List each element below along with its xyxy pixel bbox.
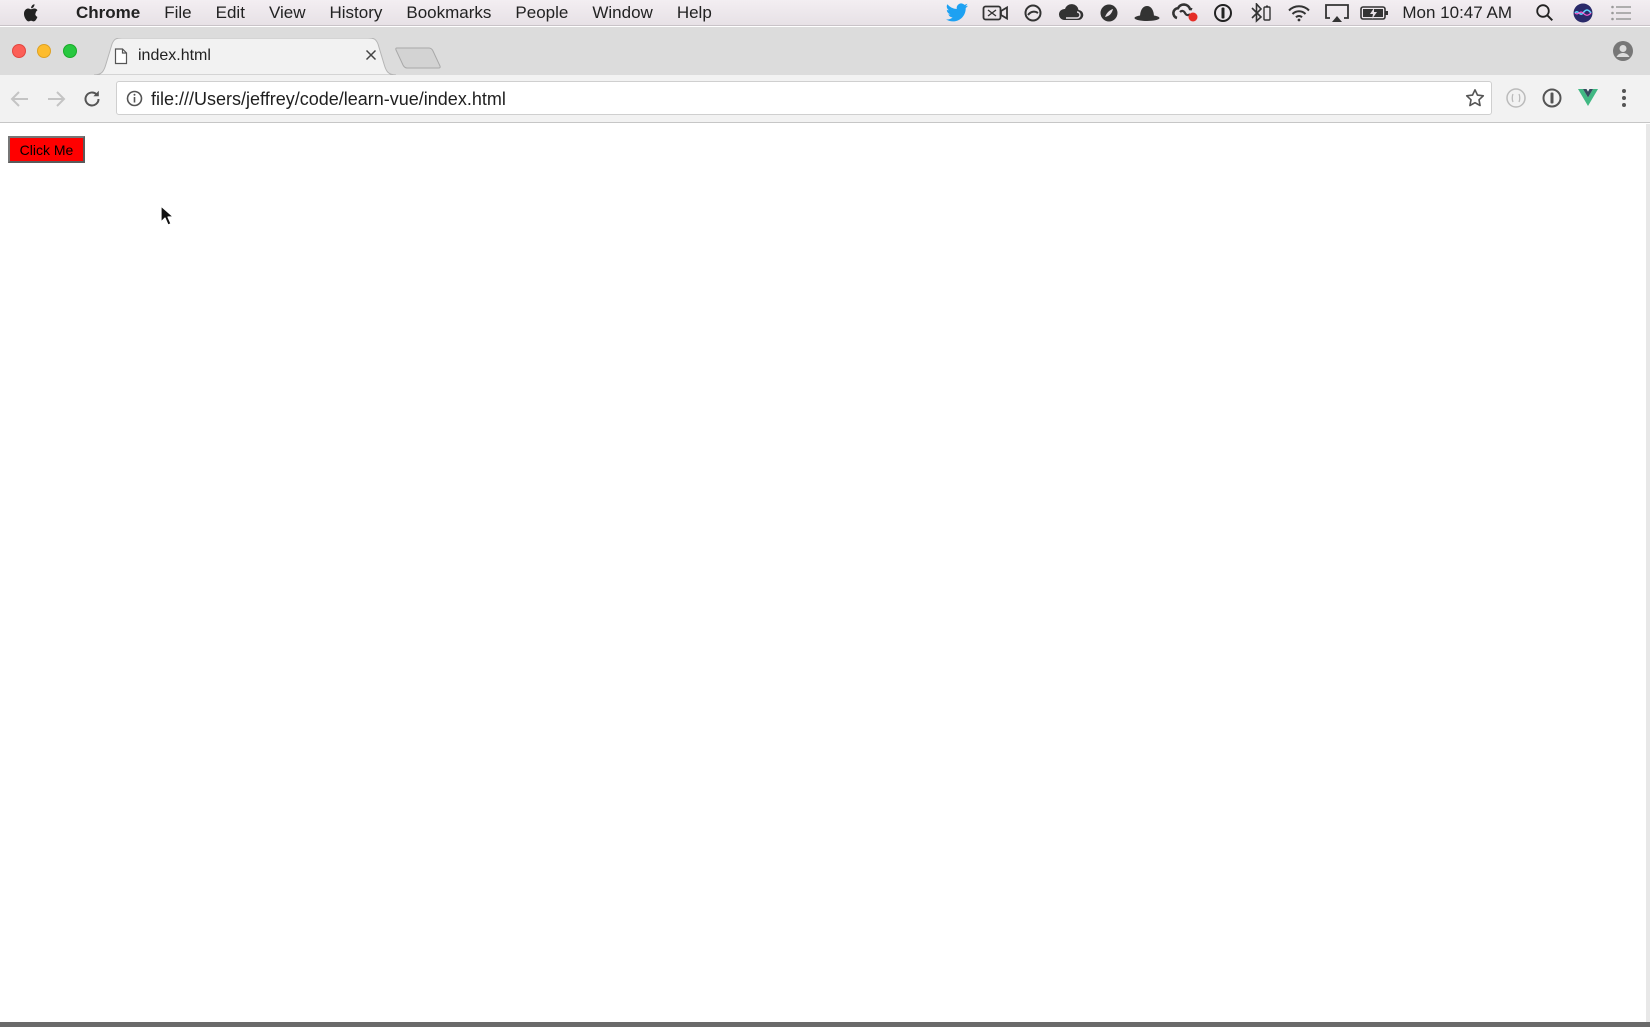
page-viewport: Click Me: [0, 124, 1650, 1022]
apple-menu[interactable]: [0, 3, 64, 23]
window-maximize-button[interactable]: [63, 44, 77, 58]
apple-icon: [23, 3, 38, 21]
circle-slash-icon[interactable]: [1014, 0, 1052, 26]
tab-close-button[interactable]: [362, 46, 380, 64]
vue-devtools-icon[interactable]: [1576, 86, 1600, 110]
reload-button[interactable]: [80, 87, 104, 111]
1password-icon[interactable]: [1204, 0, 1242, 26]
menu-people[interactable]: People: [503, 0, 580, 26]
browser-toolbar: file:///Users/jeffrey/code/learn-vue/ind…: [0, 75, 1650, 123]
tab-index-html[interactable]: index.html: [94, 38, 396, 75]
window-minimize-button[interactable]: [37, 44, 51, 58]
notification-center-icon[interactable]: [1602, 0, 1640, 26]
tab-strip: index.html: [0, 27, 1650, 75]
airplay-icon[interactable]: [1318, 0, 1356, 26]
tab-title: index.html: [138, 47, 211, 64]
profile-icon[interactable]: [1612, 40, 1634, 62]
new-tab-button[interactable]: [394, 47, 442, 69]
status-area: Mon 10:47 AM: [938, 0, 1650, 26]
menu-bar: Chrome File Edit View History Bookmarks …: [0, 0, 1650, 26]
menu-edit[interactable]: Edit: [204, 0, 257, 26]
bookmark-star-icon[interactable]: [1465, 88, 1485, 108]
forward-arrow-icon: [48, 91, 66, 107]
more-menu-icon[interactable]: [1612, 86, 1636, 110]
close-icon: [365, 49, 377, 61]
window-right-edge: [1646, 124, 1650, 1022]
screen: Chrome File Edit View History Bookmarks …: [0, 0, 1650, 1027]
menu-window[interactable]: Window: [580, 0, 664, 26]
1password-extension-icon[interactable]: [1540, 86, 1564, 110]
window-bottom-edge: [0, 1022, 1650, 1027]
alfred-hat-icon[interactable]: [1128, 0, 1166, 26]
click-me-button[interactable]: Click Me: [8, 136, 85, 163]
siri-icon[interactable]: [1564, 0, 1602, 26]
twitter-icon[interactable]: [938, 0, 976, 26]
menu-help[interactable]: Help: [665, 0, 724, 26]
cloud-icon[interactable]: [1052, 0, 1090, 26]
camera-icon[interactable]: [976, 0, 1014, 26]
back-button[interactable]: [8, 87, 32, 111]
bluetooth-icon[interactable]: [1242, 0, 1280, 26]
menu-history[interactable]: History: [317, 0, 394, 26]
menu-app-name[interactable]: Chrome: [64, 0, 152, 26]
info-icon[interactable]: [126, 90, 143, 107]
wifi-icon[interactable]: [1280, 0, 1318, 26]
battery-icon[interactable]: [1356, 0, 1394, 26]
spotlight-search-icon[interactable]: [1526, 0, 1564, 26]
clock[interactable]: Mon 10:47 AM: [1394, 3, 1526, 23]
document-icon: [114, 48, 128, 65]
forward-button[interactable]: [44, 87, 68, 111]
reload-icon: [84, 90, 100, 107]
ghost-extension-icon[interactable]: [1504, 86, 1528, 110]
menu-view[interactable]: View: [257, 0, 318, 26]
mouse-cursor-icon: [160, 205, 174, 226]
back-arrow-icon: [10, 91, 28, 107]
address-bar[interactable]: file:///Users/jeffrey/code/learn-vue/ind…: [116, 81, 1492, 115]
menu-file[interactable]: File: [152, 0, 203, 26]
window-close-button[interactable]: [12, 44, 26, 58]
leaf-icon[interactable]: [1090, 0, 1128, 26]
address-url[interactable]: file:///Users/jeffrey/code/learn-vue/ind…: [151, 88, 506, 110]
creative-cloud-icon[interactable]: [1166, 0, 1204, 26]
menu-bookmarks[interactable]: Bookmarks: [394, 0, 503, 26]
